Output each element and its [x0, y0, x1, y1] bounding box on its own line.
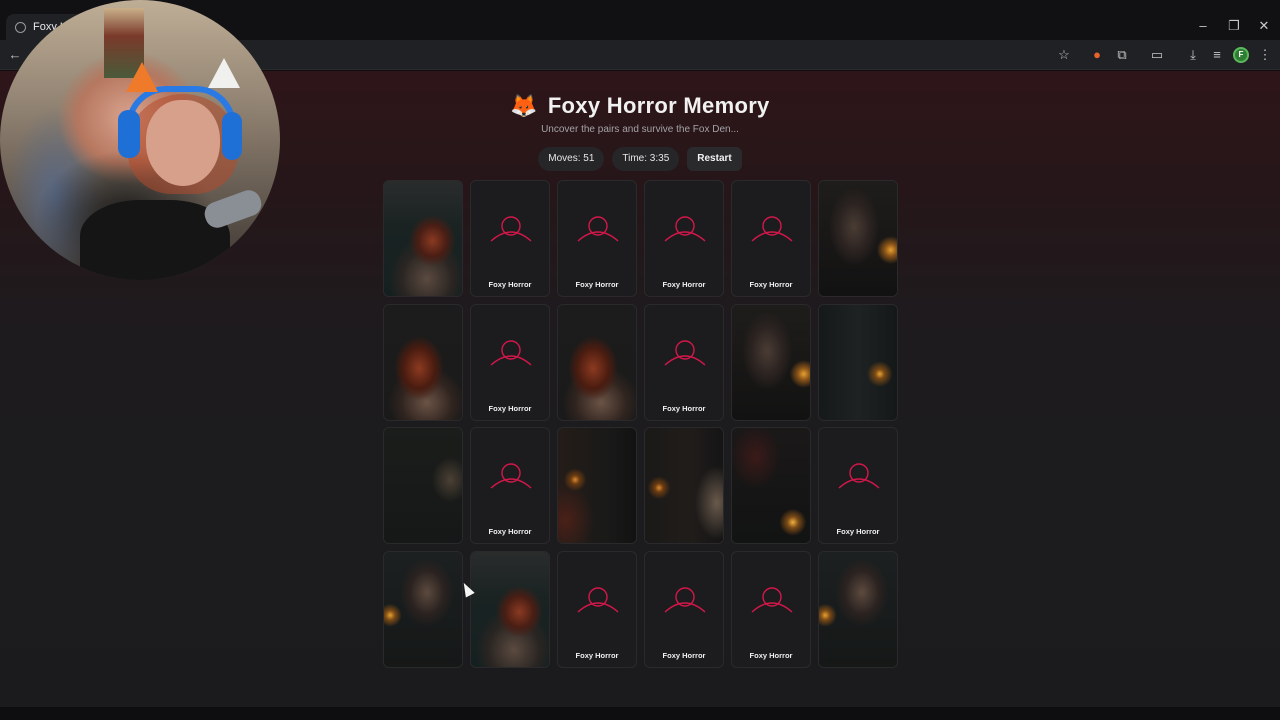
card-facedown[interactable]: Foxy Horror: [731, 550, 811, 668]
card-facedown[interactable]: Foxy Horror: [470, 427, 550, 544]
card-facedown[interactable]: Foxy Horror: [644, 550, 724, 668]
card-label: Foxy Horror: [749, 650, 793, 660]
fox-emblem-icon: [490, 463, 532, 489]
close-icon[interactable]: ✕: [1247, 14, 1280, 38]
fox-emblem-icon: [490, 216, 532, 242]
fox-extension-icon[interactable]: ●: [1088, 46, 1106, 64]
card-artwork: [384, 304, 462, 420]
download-icon[interactable]: ⤓: [1184, 46, 1202, 64]
moves-counter: Moves: 51: [538, 147, 605, 171]
restart-button[interactable]: Restart: [687, 147, 742, 171]
fox-emblem-icon: [664, 216, 706, 242]
card-revealed[interactable]: [383, 180, 463, 297]
card-facedown[interactable]: Foxy Horror: [644, 180, 724, 297]
card-label: Foxy Horror: [488, 527, 532, 536]
card-artwork: [471, 551, 549, 667]
card-label: Foxy Horror: [488, 403, 532, 413]
card-revealed[interactable]: [557, 303, 637, 421]
fox-emblem-icon: [751, 586, 793, 613]
card-revealed[interactable]: [818, 303, 898, 421]
card-revealed[interactable]: [383, 427, 463, 544]
card-artwork: [732, 304, 810, 420]
card-facedown[interactable]: Foxy Horror: [470, 180, 550, 297]
card-artwork: [384, 551, 462, 667]
card-label: Foxy Horror: [662, 650, 706, 660]
card-revealed[interactable]: [818, 550, 898, 668]
fox-emblem-icon: [751, 216, 793, 242]
fox-emblem-icon: [664, 339, 706, 366]
card-artwork: [384, 181, 462, 296]
fox-emblem-icon: [664, 586, 706, 613]
star-icon[interactable]: ☆: [1055, 46, 1073, 64]
card-revealed[interactable]: [470, 550, 550, 668]
card-facedown[interactable]: Foxy Horror: [470, 303, 550, 421]
card-revealed[interactable]: [383, 303, 463, 421]
card-label: Foxy Horror: [749, 280, 793, 289]
fox-emblem-icon: [838, 463, 880, 489]
card-facedown[interactable]: Foxy Horror: [644, 303, 724, 421]
fox-icon: 🦊: [510, 93, 538, 118]
puzzle-icon[interactable]: ⧉: [1113, 46, 1131, 64]
card-artwork: [558, 428, 636, 543]
profile-avatar[interactable]: F: [1233, 47, 1249, 63]
webcam-overlay: [0, 0, 280, 280]
menu-icon[interactable]: ⋮: [1256, 46, 1274, 64]
card-label: Foxy Horror: [662, 403, 706, 413]
card-grid: Foxy Horror Foxy Horror Foxy Horror Foxy Ho…: [383, 180, 898, 668]
card-facedown[interactable]: Foxy Horror: [557, 180, 637, 297]
card-revealed[interactable]: [731, 427, 811, 544]
screen-cast-icon[interactable]: ▭: [1148, 46, 1166, 64]
restore-icon[interactable]: ❐: [1217, 14, 1251, 38]
fox-emblem-icon: [577, 216, 619, 242]
media-icon[interactable]: ≡: [1208, 46, 1226, 64]
card-label: Foxy Horror: [575, 650, 619, 660]
card-artwork: [732, 428, 810, 543]
card-facedown[interactable]: Foxy Horror: [731, 180, 811, 297]
card-artwork: [819, 304, 897, 420]
card-artwork: [558, 304, 636, 420]
fox-emblem-icon: [577, 586, 619, 613]
card-revealed[interactable]: [818, 180, 898, 297]
card-label: Foxy Horror: [662, 280, 706, 289]
card-artwork: [645, 428, 723, 543]
globe-icon: [15, 21, 26, 33]
card-artwork: [819, 181, 897, 296]
bottom-strip: [0, 707, 1280, 720]
card-artwork: [819, 551, 897, 667]
card-revealed[interactable]: [731, 303, 811, 421]
card-revealed[interactable]: [383, 550, 463, 668]
card-facedown[interactable]: Foxy Horror: [818, 427, 898, 544]
card-label: Foxy Horror: [488, 280, 532, 289]
card-revealed[interactable]: [644, 427, 724, 544]
card-revealed[interactable]: [557, 427, 637, 544]
card-artwork: [384, 428, 462, 543]
card-label: Foxy Horror: [836, 527, 880, 536]
card-label: Foxy Horror: [575, 280, 619, 289]
timer: Time: 3:35: [612, 147, 680, 171]
card-facedown[interactable]: Foxy Horror: [557, 550, 637, 668]
fox-emblem-icon: [490, 339, 532, 366]
minimize-icon[interactable]: –: [1186, 14, 1220, 38]
back-icon[interactable]: ←: [6, 46, 24, 64]
page-title: Foxy Horror Memory: [547, 93, 770, 118]
